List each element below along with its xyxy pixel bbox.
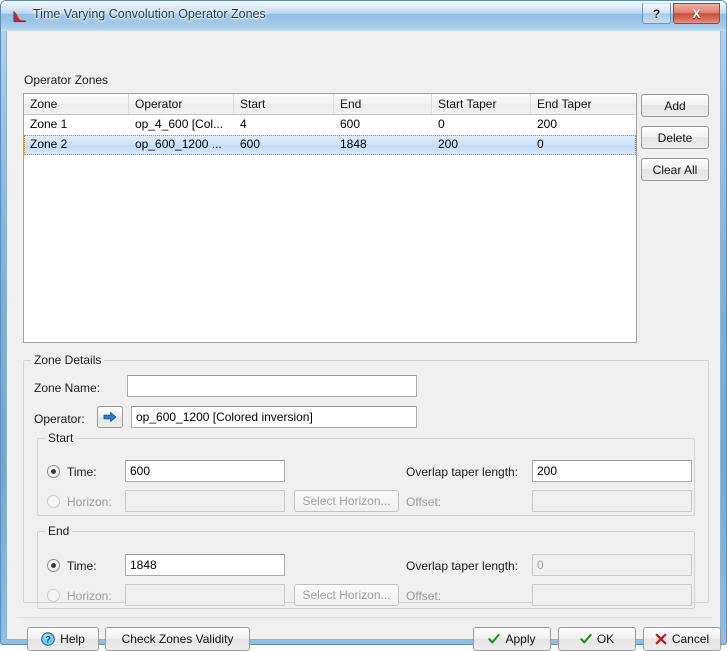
cell-start: 600 xyxy=(240,137,261,151)
zone-name-label: Zone Name: xyxy=(34,381,101,395)
ok-button-label: OK xyxy=(596,632,615,646)
end-group-label: End xyxy=(45,524,73,538)
end-horizon-radio[interactable] xyxy=(47,589,60,602)
end-offset-label: Offset: xyxy=(406,589,442,603)
check-icon xyxy=(580,633,592,644)
end-time-label: Time: xyxy=(67,559,97,573)
end-select-horizon-label: Select Horizon... xyxy=(302,588,391,602)
column-header-end[interactable]: End xyxy=(334,94,432,114)
column-header-end-taper[interactable]: End Taper xyxy=(531,94,636,114)
title-help-label: ? xyxy=(652,6,661,21)
cell-end: 600 xyxy=(340,117,361,131)
cell-start-taper: 0 xyxy=(438,117,445,131)
delete-button[interactable]: Delete xyxy=(641,126,709,149)
cell-start-taper: 200 xyxy=(438,137,459,151)
cell-end-taper: 200 xyxy=(537,117,558,131)
cancel-button-label: Cancel xyxy=(671,632,710,646)
end-offset-input[interactable] xyxy=(532,584,692,606)
check-zones-validity-button[interactable]: Check Zones Validity xyxy=(105,627,250,651)
zones-table[interactable]: Zone Operator Start End Start Taper End … xyxy=(23,93,637,343)
column-header-start[interactable]: Start xyxy=(234,94,334,114)
cell-zone: Zone 2 xyxy=(30,137,68,151)
start-horizon-input[interactable] xyxy=(125,490,285,512)
ok-button[interactable]: OK xyxy=(558,627,636,651)
column-header-start-taper[interactable]: Start Taper xyxy=(432,94,531,114)
check-icon xyxy=(488,633,501,644)
start-overlap-label: Overlap taper length: xyxy=(406,465,519,479)
arrow-right-icon[interactable] xyxy=(97,406,123,428)
add-button[interactable]: Add xyxy=(641,94,709,117)
operator-input[interactable] xyxy=(131,406,417,428)
column-header-zone[interactable]: Zone xyxy=(24,94,129,114)
cell-start: 4 xyxy=(240,117,247,131)
start-time-label: Time: xyxy=(67,465,97,479)
end-horizon-input[interactable] xyxy=(125,584,285,606)
start-group-label: Start xyxy=(45,431,77,445)
cell-end-taper: 0 xyxy=(537,137,544,151)
end-overlap-input[interactable] xyxy=(532,554,692,576)
question-circle-icon: ? xyxy=(41,632,55,646)
start-select-horizon-label: Select Horizon... xyxy=(302,494,391,508)
table-header-row: Zone Operator Start End Start Taper End … xyxy=(24,94,636,115)
close-label: X xyxy=(692,6,701,21)
start-overlap-input[interactable] xyxy=(532,460,692,482)
end-horizon-label: Horizon: xyxy=(67,589,112,603)
start-time-radio[interactable] xyxy=(47,465,60,478)
clear-all-button-label: Clear All xyxy=(652,162,698,177)
client-area: Operator Zones Zone Operator Start End S… xyxy=(6,31,721,651)
cancel-button[interactable]: Cancel xyxy=(643,627,721,651)
end-time-input[interactable] xyxy=(125,554,285,576)
svg-text:?: ? xyxy=(45,634,51,644)
waveform-icon xyxy=(13,11,26,23)
table-row[interactable]: Zone 2 op_600_1200 ... 600 1848 200 0 xyxy=(24,135,636,155)
title-bar: Time Varying Convolution Operator Zones … xyxy=(1,1,726,31)
start-offset-label: Offset: xyxy=(406,495,442,509)
start-time-input[interactable] xyxy=(125,460,285,482)
clear-all-button[interactable]: Clear All xyxy=(641,158,709,181)
close-icon[interactable]: X xyxy=(673,3,720,24)
application-window: Time Varying Convolution Operator Zones … xyxy=(0,0,727,651)
footer-divider xyxy=(17,617,712,618)
column-header-operator[interactable]: Operator xyxy=(129,94,234,114)
cell-operator: op_4_600 [Col... xyxy=(135,117,224,131)
operator-zones-group-label: Operator Zones xyxy=(21,73,112,87)
cell-operator: op_600_1200 ... xyxy=(135,137,222,151)
zone-name-input[interactable] xyxy=(127,375,417,397)
title-help-button[interactable]: ? xyxy=(642,3,671,24)
apply-button[interactable]: Apply xyxy=(473,627,551,651)
start-offset-input[interactable] xyxy=(532,490,692,512)
start-horizon-radio[interactable] xyxy=(47,495,60,508)
help-button-label: Help xyxy=(60,632,85,646)
add-button-label: Add xyxy=(664,98,686,113)
end-overlap-label: Overlap taper length: xyxy=(406,559,519,573)
check-zones-validity-label: Check Zones Validity xyxy=(121,632,234,646)
start-horizon-label: Horizon: xyxy=(67,495,112,509)
x-icon xyxy=(655,633,667,645)
zone-details-group-label: Zone Details xyxy=(31,353,105,367)
arrow-right-glyph xyxy=(103,412,117,422)
end-time-radio[interactable] xyxy=(47,559,60,572)
apply-button-label: Apply xyxy=(505,632,536,646)
delete-button-label: Delete xyxy=(657,130,693,145)
table-row[interactable]: Zone 1 op_4_600 [Col... 4 600 0 200 xyxy=(24,115,636,135)
cell-zone: Zone 1 xyxy=(30,117,68,131)
cell-end: 1848 xyxy=(340,137,367,151)
end-select-horizon-button[interactable]: Select Horizon... xyxy=(294,584,399,606)
window-title: Time Varying Convolution Operator Zones xyxy=(33,7,266,21)
help-button[interactable]: ? Help xyxy=(27,627,99,651)
start-select-horizon-button[interactable]: Select Horizon... xyxy=(294,490,399,512)
operator-label: Operator: xyxy=(34,412,85,426)
